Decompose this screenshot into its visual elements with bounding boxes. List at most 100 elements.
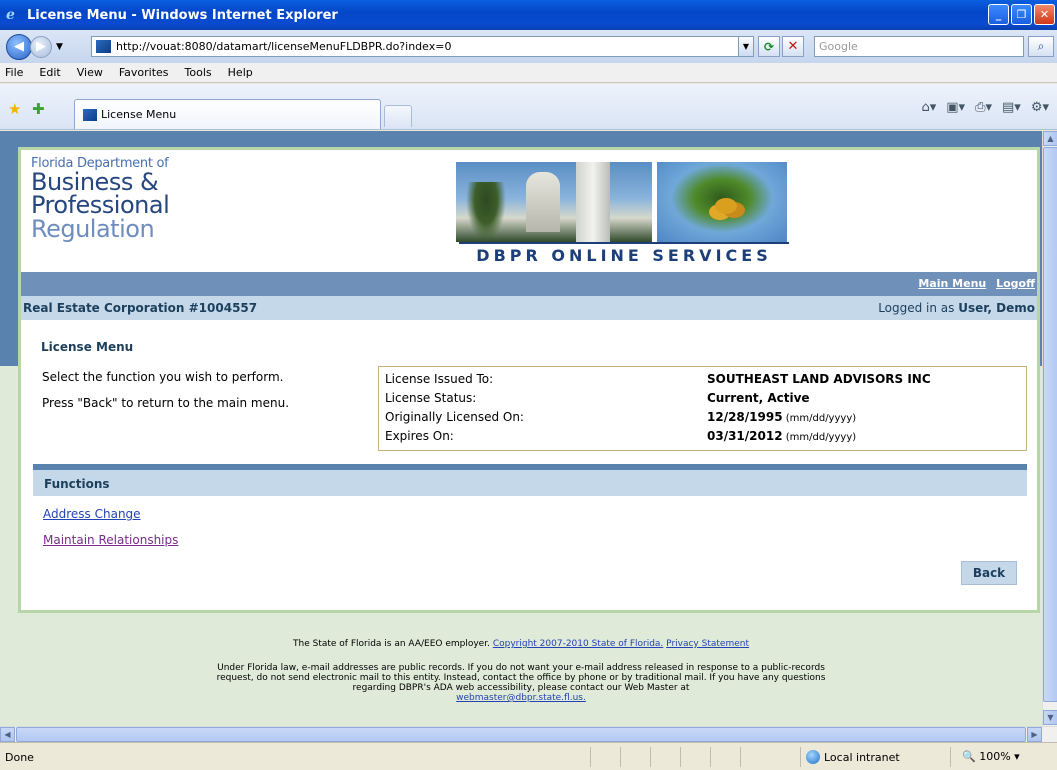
logoff-link[interactable]: Logoff [996, 277, 1035, 290]
privacy-link[interactable]: Privacy Statement [666, 639, 749, 649]
print-icon[interactable]: ⎙▾ [975, 100, 992, 115]
status-divider [800, 747, 801, 767]
copyright-link[interactable]: Copyright 2007-2010 State of Florida. [493, 639, 663, 649]
license-row-expires: Expires On: 03/31/2012 (mm/dd/yyyy) [385, 427, 1020, 446]
status-divider [590, 747, 591, 767]
window-controls: _ ❐ ✕ [988, 4, 1055, 25]
license-value: SOUTHEAST LAND ADVISORS INC [707, 372, 931, 386]
footer-notice: Under Florida law, e-mail addresses are … [201, 663, 841, 703]
menu-view[interactable]: View [77, 66, 103, 79]
logo-line-4: Regulation [31, 215, 155, 243]
tools-gear-icon[interactable]: ⚙▾ [1031, 100, 1049, 115]
main-content: License Menu Select the function you wis… [21, 320, 1037, 610]
page-icon [96, 40, 111, 53]
entity-label: Real Estate Corporation #1004557 [23, 301, 258, 315]
intranet-globe-icon [806, 750, 820, 764]
horizontal-scroll-thumb[interactable] [16, 727, 1026, 742]
functions-heading: Functions [44, 477, 110, 491]
horizontal-scrollbar[interactable]: ◀ ▶ [0, 726, 1057, 742]
command-icons: ⌂▾ ▣▾ ⎙▾ ▤▾ ⚙▾ [921, 100, 1049, 115]
search-icon[interactable]: ⌕ [1028, 36, 1054, 57]
window-title: License Menu - Windows Internet Explorer [27, 7, 338, 23]
home-icon[interactable]: ⌂▾ [921, 100, 936, 115]
menu-bar: File Edit View Favorites Tools Help [0, 63, 1057, 83]
employer-text: The State of Florida is an AA/EEO employ… [293, 639, 490, 649]
tab-bar: ★ ✚ License Menu ⌂▾ ▣▾ ⎙▾ ▤▾ ⚙▾ [0, 84, 1057, 130]
search-placeholder: Google [819, 40, 858, 53]
address-change-link[interactable]: Address Change [43, 507, 141, 521]
license-row-status: License Status: Current, Active [385, 389, 1020, 408]
history-dropdown-icon[interactable]: ▼ [56, 42, 63, 52]
security-zone[interactable]: Local intranet [806, 750, 900, 764]
dbpr-logo: Florida Department of Business & Profess… [31, 156, 170, 243]
page-menu-icon[interactable]: ▤▾ [1002, 100, 1021, 115]
status-text: Done [5, 751, 34, 764]
license-label: License Issued To: [385, 372, 494, 386]
stop-icon[interactable]: ✕ [782, 36, 804, 57]
status-divider [620, 747, 621, 767]
scroll-left-icon[interactable]: ◀ [0, 727, 15, 742]
menu-tools[interactable]: Tools [185, 66, 212, 79]
status-divider [650, 747, 651, 767]
vertical-scroll-thumb[interactable] [1043, 147, 1057, 702]
menu-file[interactable]: File [5, 66, 23, 79]
user-name: User, Demo [958, 301, 1035, 315]
back-nav-button[interactable]: ◀ [6, 33, 32, 60]
notice-text: Under Florida law, e-mail addresses are … [216, 663, 826, 693]
tab-license-menu[interactable]: License Menu [74, 99, 381, 129]
site-footer: The State of Florida is an AA/EEO employ… [0, 639, 1042, 703]
address-dropdown-icon[interactable]: ▼ [738, 36, 754, 57]
status-divider [740, 747, 741, 767]
capitol-photo [456, 162, 652, 242]
minimize-button[interactable]: _ [988, 4, 1009, 25]
license-value: Current, Active [707, 391, 810, 405]
webmaster-email-link[interactable]: webmaster@dbpr.state.fl.us. [456, 693, 586, 703]
window-titlebar: e License Menu - Windows Internet Explor… [0, 0, 1057, 30]
feeds-icon[interactable]: ▣▾ [946, 100, 965, 115]
site-header: Florida Department of Business & Profess… [21, 150, 1037, 272]
footer-line-1: The State of Florida is an AA/EEO employ… [0, 639, 1042, 649]
maintain-relationships-link[interactable]: Maintain Relationships [43, 533, 178, 547]
instruction-select: Select the function you wish to perform. [42, 370, 284, 384]
license-label: Originally Licensed On: [385, 410, 524, 424]
scroll-up-icon[interactable]: ▲ [1043, 131, 1057, 146]
instruction-back: Press "Back" to return to the main menu. [42, 396, 290, 410]
page-title: License Menu [41, 340, 134, 354]
page-frame: Florida Department of Business & Profess… [18, 147, 1040, 613]
scroll-right-icon[interactable]: ▶ [1027, 727, 1042, 742]
palm-photo [657, 162, 787, 242]
zone-label: Local intranet [824, 750, 900, 764]
license-value: 03/31/2012 (mm/dd/yyyy) [707, 429, 857, 443]
forward-nav-button[interactable]: ▶ [30, 35, 52, 58]
tab-page-icon [83, 108, 97, 121]
vertical-scrollbar[interactable]: ▲ ▼ [1042, 131, 1057, 726]
menu-help[interactable]: Help [228, 66, 253, 79]
status-divider [710, 747, 711, 767]
status-bar: Done Local intranet 🔍 100% ▾ [0, 742, 1057, 770]
main-menu-link[interactable]: Main Menu [918, 277, 986, 290]
refresh-icon[interactable]: ⟳ [758, 36, 780, 57]
page-viewport: Florida Department of Business & Profess… [0, 131, 1042, 726]
address-bar[interactable]: http://vouat:8080/datamart/licenseMenuFL… [91, 36, 740, 57]
menu-edit[interactable]: Edit [39, 66, 60, 79]
new-tab-button[interactable] [384, 105, 412, 127]
account-infobar: Real Estate Corporation #1004557 Logged … [21, 296, 1037, 320]
online-services-tagline: DBPR ONLINE SERVICES [459, 242, 789, 265]
top-nav: Main Menu Logoff [21, 272, 1037, 296]
scroll-down-icon[interactable]: ▼ [1043, 710, 1057, 725]
back-button[interactable]: Back [961, 561, 1017, 585]
menu-favorites[interactable]: Favorites [119, 66, 169, 79]
license-label: Expires On: [385, 429, 454, 443]
zoom-level[interactable]: 🔍 100% ▾ [962, 750, 1020, 763]
add-favorite-icon[interactable]: ✚ [32, 100, 45, 118]
license-label: License Status: [385, 391, 477, 405]
logged-in-text: Logged in as User, Demo [878, 301, 1035, 315]
favorites-star-icon[interactable]: ★ [8, 100, 21, 118]
restore-button[interactable]: ❐ [1011, 4, 1032, 25]
date-format-hint: (mm/dd/yyyy) [782, 413, 857, 424]
address-toolbar: ◀ ▶ ▼ http://vouat:8080/datamart/license… [0, 30, 1057, 63]
search-input[interactable]: Google [814, 36, 1024, 57]
license-details-box: License Issued To: SOUTHEAST LAND ADVISO… [378, 366, 1027, 451]
license-row-issued-to: License Issued To: SOUTHEAST LAND ADVISO… [385, 370, 1020, 389]
close-button[interactable]: ✕ [1034, 4, 1055, 25]
